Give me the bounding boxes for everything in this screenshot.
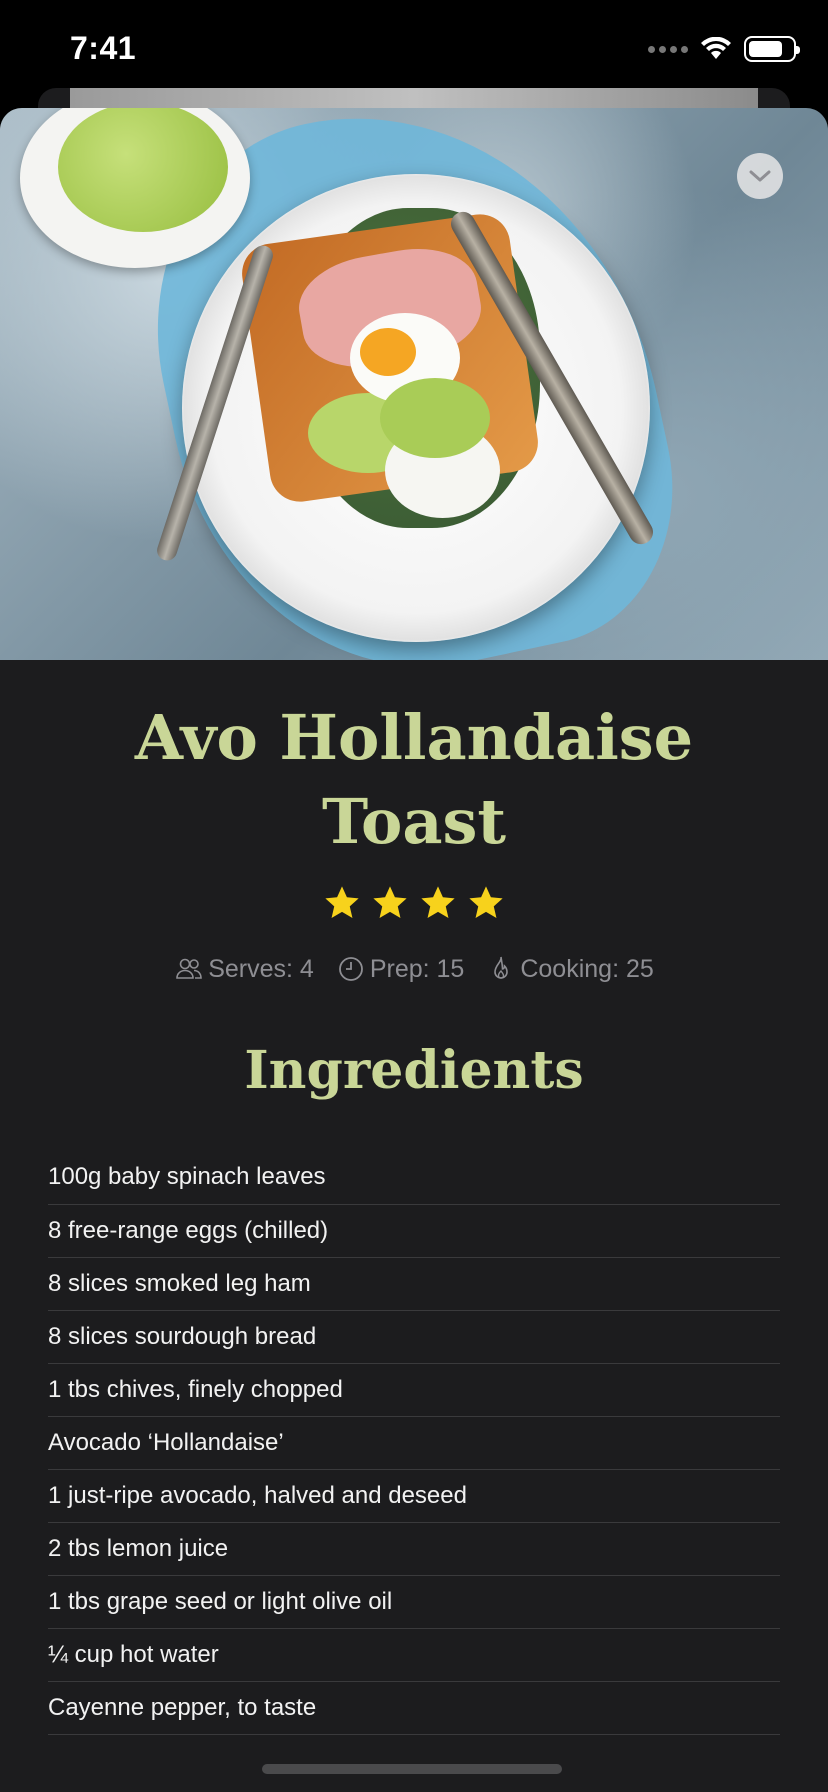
recipe-meta: Serves: 4 Prep: 15 Cooking: 25 xyxy=(0,954,828,984)
star-icon xyxy=(469,886,503,919)
cellular-signal-icon xyxy=(648,45,688,53)
battery-icon xyxy=(744,36,800,62)
star-icon xyxy=(373,886,407,919)
prep-info: Prep: 15 xyxy=(336,954,465,984)
star-icon xyxy=(325,886,359,919)
rating-stars xyxy=(0,884,828,922)
ingredients-list: 100g baby spinach leaves 8 free-range eg… xyxy=(48,1149,780,1735)
serves-info: Serves: 4 xyxy=(174,954,314,984)
status-bar: 7:41 xyxy=(0,0,828,100)
recipe-hero-image xyxy=(0,108,828,660)
people-icon xyxy=(176,958,203,979)
recipe-sheet: Avo Hollandaise Toast Serves: 4 Prep: 15… xyxy=(0,108,828,1792)
cooking-info: Cooking: 25 xyxy=(486,954,654,984)
ingredient-item: 1 just-ripe avocado, halved and deseed xyxy=(48,1470,780,1523)
ingredient-item: 8 free-range eggs (chilled) xyxy=(48,1205,780,1258)
ingredient-item: 2 tbs lemon juice xyxy=(48,1523,780,1576)
star-icon xyxy=(421,886,455,919)
ingredient-item: 8 slices sourdough bread xyxy=(48,1311,780,1364)
prep-label: Prep: 15 xyxy=(369,954,465,983)
chevron-down-icon xyxy=(749,170,771,182)
ingredient-item: 1 tbs grape seed or light olive oil xyxy=(48,1576,780,1629)
clock-icon xyxy=(338,957,363,981)
background-sheet-image xyxy=(70,88,758,108)
wifi-icon xyxy=(701,37,731,59)
cooking-label: Cooking: 25 xyxy=(520,954,654,983)
serves-label: Serves: 4 xyxy=(208,954,314,983)
ingredient-item: Avocado ‘Hollandaise’ xyxy=(48,1417,780,1470)
ingredient-item: Cayenne pepper, to taste xyxy=(48,1682,780,1735)
ingredients-heading: Ingredients xyxy=(244,1040,584,1101)
recipe-title: Avo Hollandaise Toast xyxy=(134,701,694,858)
ingredient-item: ¼ cup hot water xyxy=(48,1629,780,1682)
dismiss-button[interactable] xyxy=(737,153,783,199)
flame-icon xyxy=(494,956,509,979)
ingredient-item: 1 tbs chives, finely chopped xyxy=(48,1364,780,1417)
home-indicator[interactable] xyxy=(262,1764,562,1774)
ingredient-item: 100g baby spinach leaves xyxy=(48,1149,780,1205)
ingredient-item: 8 slices smoked leg ham xyxy=(48,1258,780,1311)
status-indicators xyxy=(648,36,800,62)
status-time: 7:41 xyxy=(70,30,137,66)
